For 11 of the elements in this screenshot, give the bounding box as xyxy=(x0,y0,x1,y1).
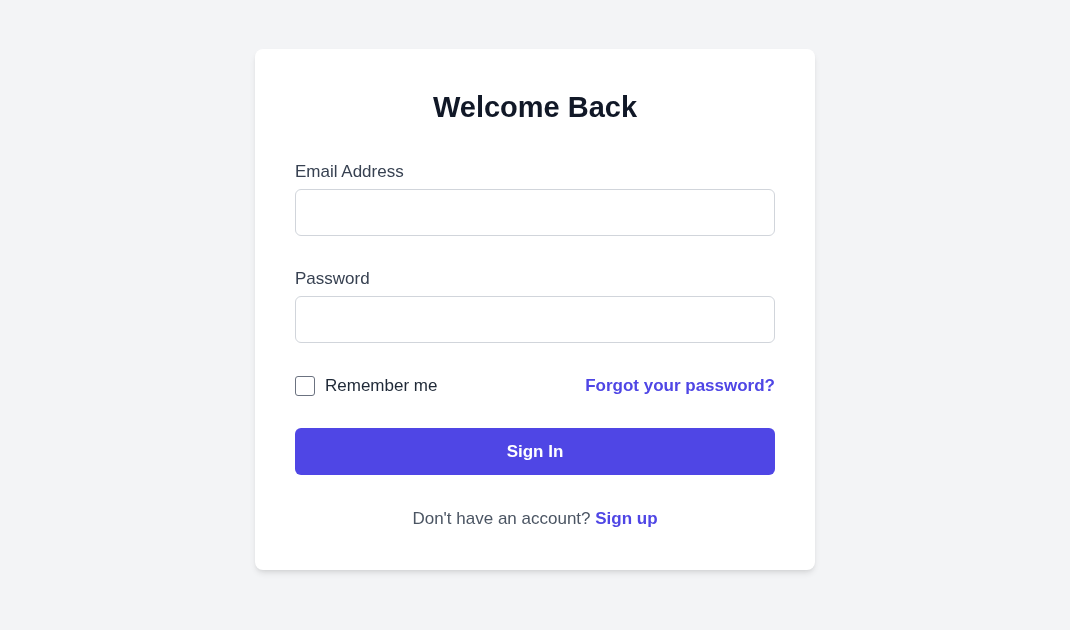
checkbox[interactable] xyxy=(295,376,315,396)
sign-in-button[interactable]: Sign In xyxy=(295,428,775,475)
field-label: Password xyxy=(295,268,370,290)
field-label: Email Address xyxy=(295,161,404,183)
input-field[interactable] xyxy=(295,296,775,343)
forgot-password-link[interactable]: Forgot your password? xyxy=(585,374,775,398)
sign-up-link[interactable]: Sign up xyxy=(595,509,658,528)
input-field[interactable] xyxy=(295,189,775,236)
checkbox-label: Remember me xyxy=(325,375,438,397)
form-title: Welcome Back xyxy=(432,90,638,125)
signup-prompt: Don't have an account? Sign up xyxy=(412,508,658,530)
